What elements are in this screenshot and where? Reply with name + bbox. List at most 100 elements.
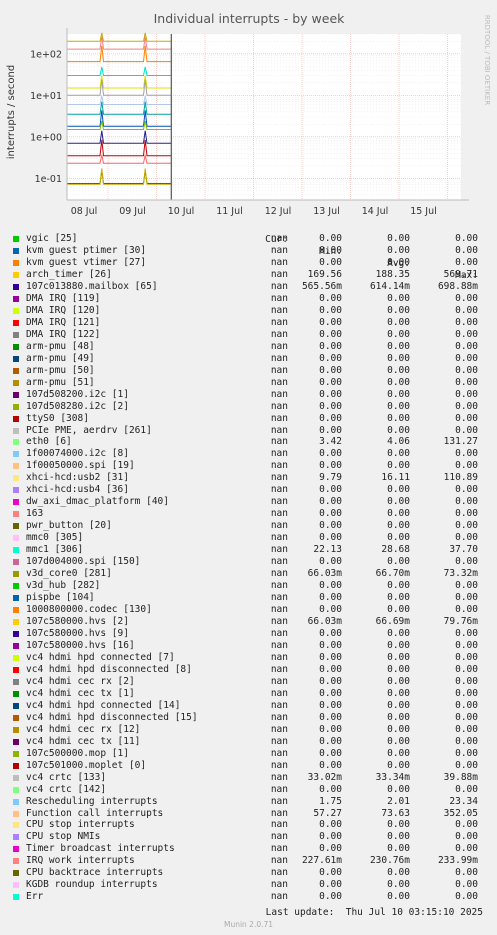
legend-row: DMA IRQ [121] nan 0.00 0.00 0.00 xyxy=(12,317,492,329)
legend-row: vc4 hdmi cec tx [11] nan 0.00 0.00 0.00 xyxy=(12,736,492,748)
series-name: Function call interrupts xyxy=(26,807,164,819)
legend-swatch xyxy=(13,415,19,422)
y-tick-label: 1e+01 xyxy=(30,91,62,102)
series-name: arm-pmu [50] xyxy=(26,364,95,376)
series-max: 0.00 xyxy=(455,233,478,244)
legend-swatch xyxy=(13,858,19,865)
series-max: 0.00 xyxy=(455,604,478,616)
x-tick-label: 09 Jul xyxy=(119,206,146,217)
series-max: 131.27 xyxy=(443,436,478,448)
series-name: ttyS0 [308] xyxy=(26,412,89,424)
legend-swatch xyxy=(13,678,19,685)
legend-row: mmc1 [306] nan 22.13 28.68 37.70 xyxy=(12,544,492,556)
legend-swatch xyxy=(13,750,19,757)
series-max: 0.00 xyxy=(455,639,478,651)
legend-row: 1f00050000.spi [19] nan 0.00 0.00 0.00 xyxy=(12,460,492,472)
legend-row: dw_axi_dmac_platform [40] nan 0.00 0.00 0.00 xyxy=(12,496,492,508)
legend-swatch xyxy=(13,642,19,649)
series-max: 0.00 xyxy=(455,508,478,520)
series-max: 0.00 xyxy=(455,388,478,400)
legend-row: CPU stop NMIs nan 0.00 0.00 0.00 xyxy=(12,831,492,843)
legend-swatch xyxy=(13,726,19,733)
series-max: 0.00 xyxy=(455,328,478,340)
series-max: 110.89 xyxy=(443,472,478,484)
series-max: 0.00 xyxy=(455,747,478,759)
legend-row: pispbe [104] nan 0.00 0.00 0.00 xyxy=(12,592,492,604)
series-max: 569.71 xyxy=(443,268,478,280)
series-name: v3d_core0 [281] xyxy=(26,568,112,580)
legend-row: 107d508280.i2c [2] nan 0.00 0.00 0.00 xyxy=(12,401,492,413)
series-max: 0.00 xyxy=(455,651,478,663)
legend-swatch xyxy=(13,379,19,386)
legend-row: 1000800000.codec [130] nan 0.00 0.00 0.00 xyxy=(12,604,492,616)
chart-title: Individual interrupts - by week xyxy=(154,11,346,26)
series-name: 1f00074000.i2c [8] xyxy=(26,448,129,460)
series-name: vc4 hdmi hpd disconnected [15] xyxy=(26,711,198,723)
legend-row: Function call interrupts nan 57.27 73.63 352… xyxy=(12,808,492,820)
y-tick-label: 1e+00 xyxy=(30,132,62,143)
series-name: 107c500000.mop [1] xyxy=(26,747,129,759)
legend-row: 1f00074000.i2c [8] nan 0.00 0.00 0.00 xyxy=(12,448,492,460)
legend-swatch xyxy=(13,714,19,721)
legend-swatch xyxy=(13,822,19,829)
series-name: DMA IRQ [120] xyxy=(26,304,101,316)
series-max: 233.99m xyxy=(437,855,478,867)
legend-swatch xyxy=(13,654,19,661)
series-max: 0.00 xyxy=(455,316,478,328)
series-name: 107d004000.spi [150] xyxy=(26,556,141,568)
munin-version: Munin 2.0.71 xyxy=(223,920,274,929)
series-max: 0.00 xyxy=(455,352,478,364)
series-max: 0.00 xyxy=(455,400,478,412)
legend-row: xhci-hcd:usb2 [31] nan 9.79 16.11 110.89 xyxy=(12,472,492,484)
legend-row: DMA IRQ [122] nan 0.00 0.00 0.00 xyxy=(12,329,492,341)
legend-swatch xyxy=(13,307,19,314)
series-name: DMA IRQ [122] xyxy=(26,328,101,340)
series-name: CPU stop interrupts xyxy=(26,819,135,831)
legend-swatch xyxy=(13,511,19,518)
series-name: kvm guest vtimer [27] xyxy=(26,256,147,268)
legend-swatch xyxy=(13,403,19,410)
series-name: CPU backtrace interrupts xyxy=(26,867,164,879)
legend-row: vc4 hdmi hpd connected [14] nan 0.00 0.00 0.… xyxy=(12,700,492,712)
legend-swatch xyxy=(13,870,19,877)
legend-swatch xyxy=(13,834,19,841)
last-update: Last update: Thu Jul 10 03:15:10 2025 xyxy=(265,907,483,918)
legend-row: arch_timer [26] nan 169.56 188.35 569.71 xyxy=(12,269,492,281)
legend-row: CPU backtrace interrupts nan 0.00 0.00 0.00 xyxy=(12,867,492,879)
legend-swatch xyxy=(13,439,19,446)
legend-row: Timer broadcast interrupts nan 0.00 0.00 0.0… xyxy=(12,843,492,855)
series-max: 23.34 xyxy=(449,795,478,807)
legend-row: DMA IRQ [120] nan 0.00 0.00 0.00 xyxy=(12,305,492,317)
legend-swatch xyxy=(13,559,19,566)
series-max: 0.00 xyxy=(455,424,478,436)
legend-swatch xyxy=(13,295,19,302)
series-name: vc4 hdmi cec tx [1] xyxy=(26,687,135,699)
legend: Cur: Min: Avg: Max: vgic [25] nan 0.00 0.00… xyxy=(12,222,492,903)
series-name: arm-pmu [48] xyxy=(26,340,95,352)
series-name: 107c580000.hvs [16] xyxy=(26,639,135,651)
series-max: 73.32m xyxy=(443,568,478,580)
series-name: arm-pmu [49] xyxy=(26,352,95,364)
series-name: 107d508280.i2c [2] xyxy=(26,400,129,412)
x-tick-label: 13 Jul xyxy=(313,206,340,217)
legend-row: vc4 hdmi cec rx [12] nan 0.00 0.00 0.00 xyxy=(12,724,492,736)
series-name: DMA IRQ [121] xyxy=(26,316,101,328)
series-max: 0.00 xyxy=(455,532,478,544)
series-name: arch_timer [26] xyxy=(26,268,112,280)
series-name: KGDB roundup interrupts xyxy=(26,879,158,891)
series-max: 0.00 xyxy=(455,675,478,687)
legend-swatch xyxy=(13,762,19,769)
legend-swatch xyxy=(13,666,19,673)
legend-row: Rescheduling interrupts nan 1.75 2.01 23.34 xyxy=(12,796,492,808)
legend-swatch xyxy=(13,630,19,637)
series-max: 0.00 xyxy=(455,783,478,795)
series-name: vc4 hdmi hpd disconnected [8] xyxy=(26,663,192,675)
series-name: CPU stop NMIs xyxy=(26,831,101,843)
series-name: Rescheduling interrupts xyxy=(26,795,158,807)
series-name: Err xyxy=(26,891,44,903)
series-name: vc4 crtc [133] xyxy=(26,771,107,783)
legend-row: 107c580000.hvs [9] nan 0.00 0.00 0.00 xyxy=(12,628,492,640)
legend-row: vc4 crtc [142] nan 0.00 0.00 0.00 xyxy=(12,784,492,796)
series-name: 1000800000.codec [130] xyxy=(26,604,152,616)
legend-swatch xyxy=(13,882,19,889)
